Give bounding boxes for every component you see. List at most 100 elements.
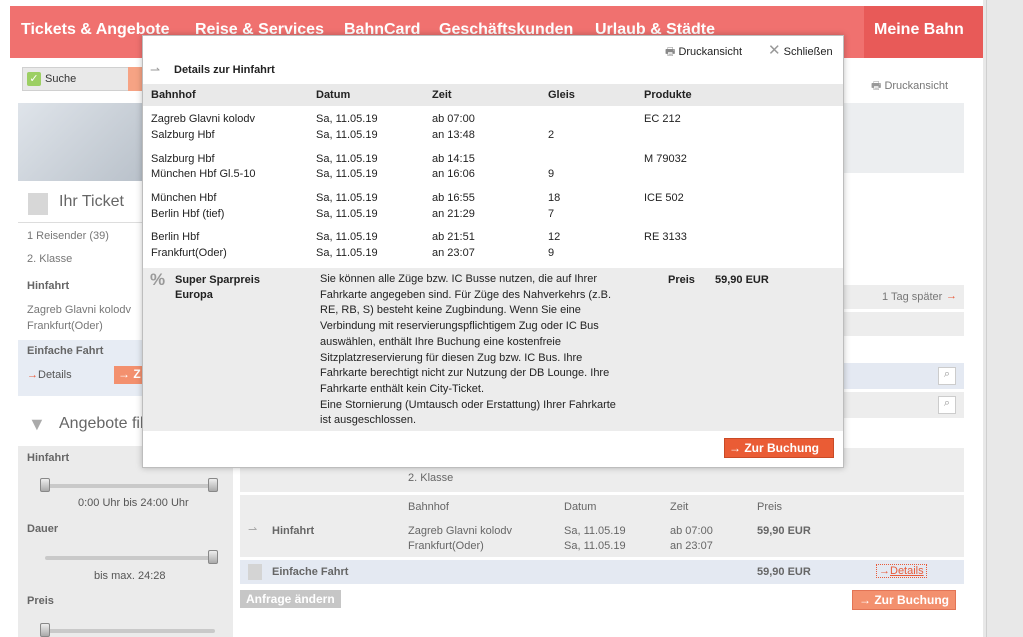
book-button[interactable]: → Zur Buchung <box>724 438 834 458</box>
offer-price-label: Preis <box>668 274 695 286</box>
ticket-details-link[interactable]: Details <box>38 369 72 381</box>
leg-2-product: M 79032 <box>644 153 687 165</box>
leg-3-date-departure: Sa, 11.05.19 <box>316 192 378 204</box>
leg-3-platform-arrival: 7 <box>548 208 555 220</box>
leg-4-to: Frankfurt(Oder) <box>151 247 227 259</box>
breadcrumb-label: Suche <box>45 73 77 85</box>
duration-slider[interactable] <box>45 556 215 560</box>
column-header-time: Zeit <box>670 501 689 513</box>
filter-departure-label: Hinfahrt <box>27 452 70 464</box>
printer-icon: 🖶 <box>665 46 676 58</box>
filter-price-label: Preis <box>27 595 54 607</box>
leg-2-arrival: an 16:06 <box>432 168 475 180</box>
train-icon: ⇀ <box>248 524 258 536</box>
filter-panel: Hinfahrt 0:00 Uhr bis 24:00 Uhr Dauer bi… <box>18 446 233 637</box>
leg-2-departure: ab 14:15 <box>432 153 475 165</box>
duration-slider-handle[interactable] <box>208 550 218 564</box>
modal-title: Details zur Hinfahrt <box>174 64 275 76</box>
percent-icon: % <box>150 270 166 289</box>
leg-1-to: Salzburg Hbf <box>151 129 215 141</box>
breadcrumb-step-search[interactable]: ✓ Suche <box>22 67 142 91</box>
row-to: Frankfurt(Oder) <box>408 540 484 552</box>
leg-2-date-arrival: Sa, 11.05.19 <box>316 168 378 180</box>
later-link[interactable]: 1 Tag später <box>882 291 942 303</box>
modal-close-button[interactable]: ✕ Schließen <box>768 41 833 59</box>
filter-icon: ▼ <box>28 414 46 434</box>
meine-bahn-link[interactable]: Meine Bahn <box>864 6 983 58</box>
row-label: Hinfahrt <box>272 525 315 537</box>
background-book-button[interactable]: → Zur Buchung <box>852 590 956 610</box>
leg-1-product: EC 212 <box>644 113 681 125</box>
leg-3-to: Berlin Hbf (tief) <box>151 208 225 220</box>
offer-name-line1: Super Sparpreis <box>175 274 260 286</box>
departure-slider-min-handle[interactable] <box>40 478 50 492</box>
total-price: 59,90 EUR <box>757 566 811 578</box>
arrow-right-icon: → <box>27 369 38 381</box>
leg-3-date-arrival: Sa, 11.05.19 <box>316 208 378 220</box>
close-icon: ✕ <box>768 42 781 59</box>
leg-4-date-arrival: Sa, 11.05.19 <box>316 247 378 259</box>
price-slider-handle[interactable] <box>40 623 50 637</box>
leg-4-platform-departure: 12 <box>548 231 561 243</box>
filter-title: Angebote fil <box>59 415 144 432</box>
leg-1-departure: ab 07:00 <box>432 113 475 125</box>
magnifier-icon[interactable]: ⌕ <box>938 367 956 385</box>
page-right-divider <box>986 0 987 637</box>
offer-price: 59,90 EUR <box>715 274 769 286</box>
column-header-price: Preis <box>757 501 783 513</box>
page-print-label: Druckansicht <box>884 80 949 92</box>
change-request-button[interactable]: Anfrage ändern <box>240 590 341 608</box>
ticket-title: Ihr Ticket <box>59 193 124 210</box>
magnifier-icon[interactable]: ⌕ <box>938 396 956 414</box>
filter-departure-range: 0:00 Uhr bis 24:00 Uhr <box>78 497 189 509</box>
filter-duration-range: bis max. 24:28 <box>94 570 166 582</box>
leg-3-arrival: an 21:29 <box>432 208 475 220</box>
page-print-link[interactable]: 🖶 Druckansicht <box>871 77 948 96</box>
leg-3-platform-departure: 18 <box>548 192 561 204</box>
column-header-time: Zeit <box>432 89 452 101</box>
train-icon: ⇀ <box>150 63 161 77</box>
column-header-station: Bahnhof <box>151 89 196 101</box>
leg-1-from: Zagreb Glavni kolodv <box>151 113 255 125</box>
modal-close-label: Schließen <box>783 46 833 58</box>
leg-2-from: Salzburg Hbf <box>151 153 215 165</box>
leg-3-from: München Hbf <box>151 192 217 204</box>
leg-4-platform-arrival: 9 <box>548 247 555 259</box>
ticket-class: 2. Klasse <box>27 253 73 265</box>
departure-slider[interactable] <box>45 484 215 488</box>
leg-4-product: RE 3133 <box>644 231 687 243</box>
price-slider[interactable] <box>45 629 215 633</box>
column-header-date: Datum <box>316 89 351 101</box>
modal-print-link[interactable]: 🖶 Druckansicht <box>665 43 742 62</box>
book-button-label: Zur Buchung <box>744 441 819 455</box>
selection-detail-table: Bahnhof Datum Zeit Preis ⇀ Hinfahrt Zagr… <box>240 495 964 557</box>
ticket-travellers: 1 Reisender (39) <box>27 230 109 242</box>
arrow-right-icon: → <box>879 565 890 577</box>
modal-print-label: Druckansicht <box>678 46 743 58</box>
total-details-label: Details <box>890 565 924 577</box>
checkmark-icon: ✓ <box>27 72 41 86</box>
outbound-details-dialog: 🖶 Druckansicht ✕ Schließen ⇀ Details zur… <box>142 35 844 468</box>
modal-column-header: Bahnhof Datum Zeit Gleis Produkte <box>143 84 843 106</box>
total-label: Einfache Fahrt <box>272 566 349 578</box>
row-date-arrival: Sa, 11.05.19 <box>564 540 626 552</box>
leg-2-to: München Hbf Gl.5-10 <box>151 168 256 180</box>
filter-duration-label: Dauer <box>27 523 59 535</box>
row-arrival-time: an 23:07 <box>670 540 713 552</box>
arrow-right-icon: → <box>859 593 875 607</box>
arrow-right-icon: → <box>729 441 745 455</box>
leg-1-date-departure: Sa, 11.05.19 <box>316 113 378 125</box>
row-departure-time: ab 07:00 <box>670 525 713 537</box>
selection-class: 2. Klasse <box>408 472 454 484</box>
row-from: Zagreb Glavni kolodv <box>408 525 512 537</box>
departure-slider-max-handle[interactable] <box>208 478 218 492</box>
column-header-platform: Gleis <box>548 89 575 101</box>
offer-conditions: Sie können alle Züge bzw. IC Busse nutze… <box>320 273 612 395</box>
leg-3-departure: ab 16:55 <box>432 192 475 204</box>
leg-4-date-departure: Sa, 11.05.19 <box>316 231 378 243</box>
arrow-right-icon: → <box>946 290 957 302</box>
offer-name-line2: Europa <box>175 289 213 301</box>
total-details-link[interactable]: →Details <box>876 564 927 578</box>
leg-3-product: ICE 502 <box>644 192 684 204</box>
selection-total-row: Einfache Fahrt 59,90 EUR →Details <box>240 560 964 584</box>
